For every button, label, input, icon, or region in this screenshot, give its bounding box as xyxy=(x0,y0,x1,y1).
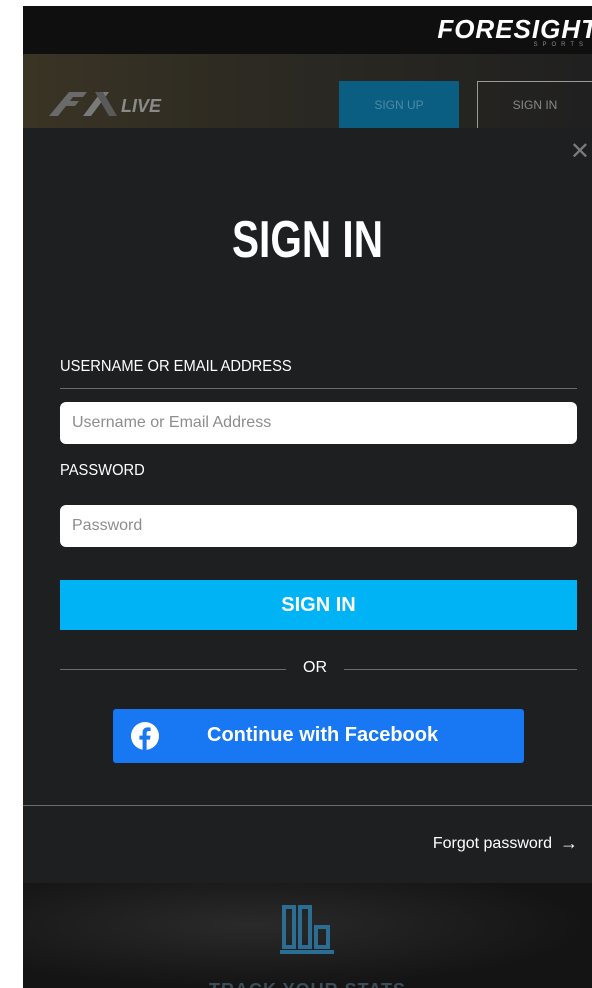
close-icon[interactable]: ✕ xyxy=(570,140,590,164)
forgot-password-label: Forgot password xyxy=(432,834,552,852)
username-divider xyxy=(60,388,577,389)
brand-logo: FORESIGHT xyxy=(437,14,592,44)
arrow-right-icon: → xyxy=(560,833,578,853)
top-bar: FORESIGHT SPORTS xyxy=(23,6,592,54)
header-signup-button[interactable]: SIGN UP xyxy=(339,81,459,129)
username-input[interactable] xyxy=(60,402,577,444)
signin-button[interactable]: SIGN IN xyxy=(60,580,577,630)
app-screen: FORESIGHT SPORTS LIVE SIGN UP SIGN IN ✕ … xyxy=(23,6,592,988)
or-divider-left xyxy=(60,669,286,670)
svg-text:LIVE: LIVE xyxy=(121,96,162,116)
or-divider-right xyxy=(344,669,577,670)
brand-sub: SPORTS xyxy=(533,42,588,48)
username-label: USERNAME OR EMAIL ADDRESS xyxy=(60,358,292,375)
forgot-password-link[interactable]: Forgot password → xyxy=(433,833,578,854)
signin-modal: ✕ SIGN IN USERNAME OR EMAIL ADDRESS PASS… xyxy=(23,128,592,883)
password-label: PASSWORD xyxy=(60,462,145,479)
facebook-login-button[interactable]: Continue with Facebook xyxy=(113,709,524,763)
header-signin-button[interactable]: SIGN IN xyxy=(477,81,592,129)
stats-icon xyxy=(280,905,334,954)
facebook-button-label: Continue with Facebook xyxy=(207,724,439,746)
background-section: TRACK YOUR STATS xyxy=(23,883,592,988)
modal-title: SIGN IN xyxy=(231,211,383,269)
password-input[interactable] xyxy=(60,505,577,547)
track-stats-text: TRACK YOUR STATS xyxy=(23,980,592,988)
fsx-live-logo: LIVE xyxy=(49,92,162,116)
or-text: OR xyxy=(303,659,327,676)
facebook-icon xyxy=(131,722,159,750)
footer-divider xyxy=(23,805,592,806)
